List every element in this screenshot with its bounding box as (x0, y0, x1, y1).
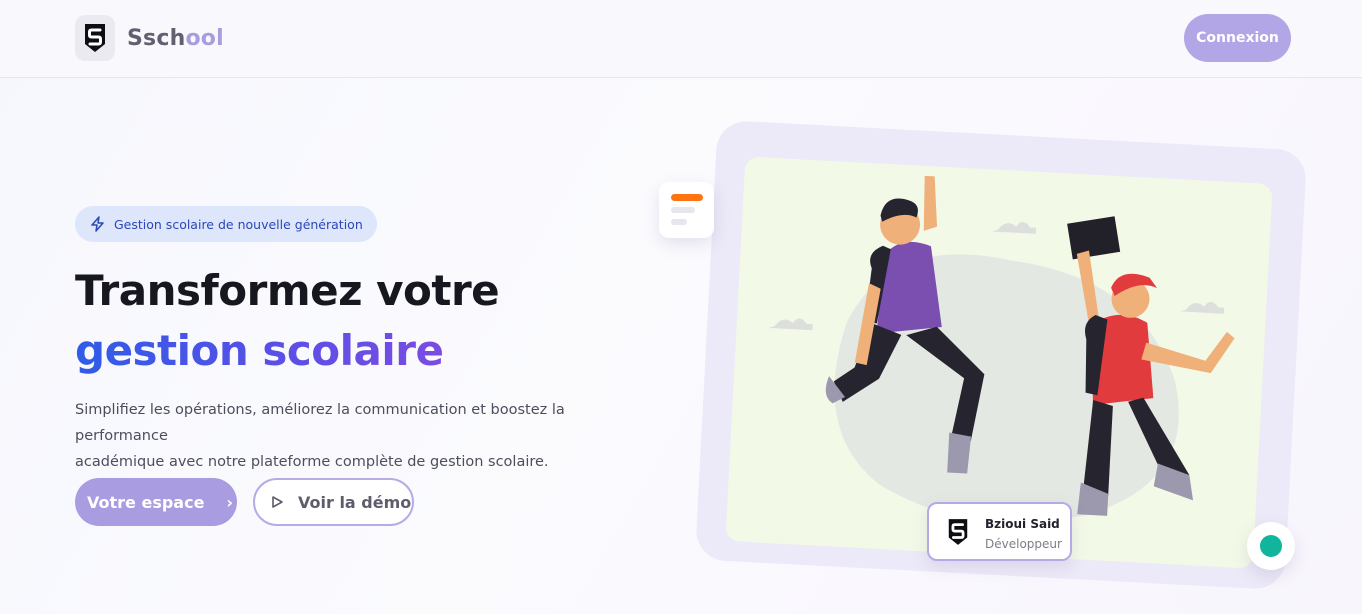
hero-title-line1: Transformez votre (75, 266, 500, 315)
card-line-orange (671, 194, 703, 201)
shield-s-logo-icon (948, 519, 968, 545)
shield-s-logo-icon (85, 24, 105, 52)
badge-text: Gestion scolaire de nouvelle génération (114, 216, 363, 232)
developer-profile-card: Bzioui Said Développeur (927, 502, 1072, 561)
hero-description-line1: Simplifiez les opérations, améliorez la … (75, 402, 565, 444)
logo[interactable] (75, 15, 115, 61)
your-space-label: Votre espace (87, 492, 205, 512)
hero-description-line2: académique avec notre plateforme complèt… (75, 454, 549, 470)
chevron-right-icon: › (226, 492, 234, 512)
card-line-gray-short (671, 219, 687, 225)
avatar (943, 516, 973, 548)
hero-title-line2: gestion scolaire (75, 326, 444, 375)
profile-name: Bzioui Said (985, 517, 1060, 531)
brand-name-part1: Ssch (127, 26, 186, 51)
profile-role: Développeur (985, 537, 1062, 551)
brand-name-part2: ool (185, 26, 224, 51)
status-dot (1260, 535, 1282, 557)
feature-badge: Gestion scolaire de nouvelle génération (75, 206, 377, 242)
lightning-icon (91, 216, 104, 232)
status-indicator (1247, 522, 1295, 570)
top-navbar: Sschool Connexion (0, 0, 1362, 78)
watch-demo-label: Voir la démo (298, 492, 412, 512)
card-line-gray (671, 207, 695, 213)
your-space-button[interactable]: Votre espace › (75, 478, 237, 526)
login-button[interactable]: Connexion (1184, 14, 1291, 62)
hero-description: Simplifiez les opérations, améliorez la … (75, 397, 655, 475)
brand-name[interactable]: Sschool (127, 26, 224, 51)
floating-notes-card (659, 182, 714, 238)
play-icon (272, 496, 283, 508)
watch-demo-button[interactable]: Voir la démo (253, 478, 414, 526)
